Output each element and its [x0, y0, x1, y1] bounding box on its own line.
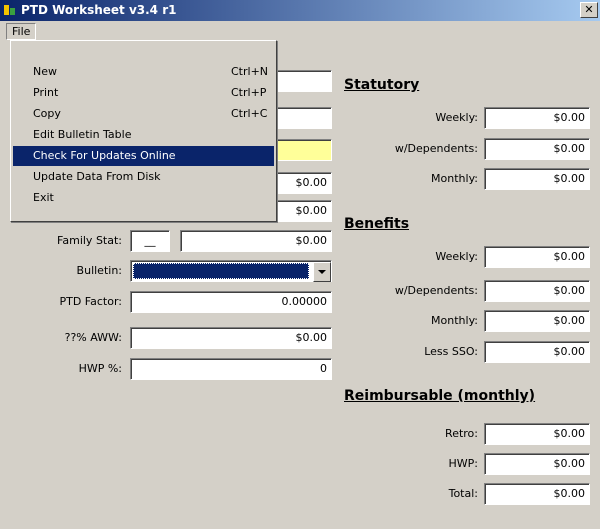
- reimbursable-heading: Reimbursable (monthly): [344, 388, 536, 404]
- close-button[interactable]: ✕: [580, 2, 598, 18]
- menu-item-copy[interactable]: Copy Ctrl+C: [13, 104, 274, 124]
- combo-arrow-button[interactable]: [313, 262, 331, 282]
- aww-label: ??% AWW:: [64, 331, 122, 344]
- stat-weekly-label: Weekly:: [435, 111, 478, 124]
- menu-file[interactable]: File: [6, 23, 37, 40]
- menu-item-check-updates[interactable]: Check For Updates Online: [13, 146, 274, 166]
- reim-hwp-field[interactable]: $0.00: [484, 453, 590, 475]
- stat-dependents-field[interactable]: $0.00: [484, 138, 590, 160]
- reim-retro-label: Retro:: [445, 427, 478, 440]
- ben-dependents-label: w/Dependents:: [394, 284, 478, 297]
- window-title: PTD Worksheet v3.4 r1: [21, 3, 177, 17]
- reim-hwp-label: HWP:: [448, 457, 479, 470]
- reim-total-label: Total:: [448, 487, 478, 500]
- bulletin-combo[interactable]: [130, 260, 332, 282]
- stat-monthly-field[interactable]: $0.00: [484, 168, 590, 190]
- menu-item-new[interactable]: New Ctrl+N: [13, 62, 274, 82]
- stat-dependents-label: w/Dependents:: [394, 142, 478, 155]
- ptd-factor-field[interactable]: 0.00000: [130, 291, 332, 313]
- family-stat-label: Family Stat:: [57, 234, 122, 247]
- menu-item-update-from-disk[interactable]: Update Data From Disk: [13, 167, 274, 187]
- title-bar: PTD Worksheet v3.4 r1 ✕: [0, 0, 600, 21]
- menu-item-print[interactable]: Print Ctrl+P: [13, 83, 274, 103]
- chevron-down-icon: [318, 270, 326, 274]
- ben-sso-field[interactable]: $0.00: [484, 341, 590, 363]
- ben-monthly-label: Monthly:: [431, 314, 478, 327]
- family-stat-code[interactable]: __: [130, 230, 170, 252]
- file-menu-dropdown: New Ctrl+N Print Ctrl+P Copy Ctrl+C Edit Bu…: [10, 40, 277, 222]
- stat-monthly-label: Monthly:: [431, 172, 478, 185]
- ben-dependents-field[interactable]: $0.00: [484, 280, 590, 302]
- bulletin-selection: [133, 263, 309, 279]
- statutory-heading: Statutory: [344, 77, 420, 93]
- reim-retro-field[interactable]: $0.00: [484, 423, 590, 445]
- app-icon: [4, 5, 15, 15]
- hwp-field[interactable]: 0: [130, 358, 332, 380]
- benefits-heading: Benefits: [344, 216, 410, 232]
- ben-monthly-field[interactable]: $0.00: [484, 310, 590, 332]
- reim-total-field[interactable]: $0.00: [484, 483, 590, 505]
- ben-weekly-field[interactable]: $0.00: [484, 246, 590, 268]
- close-icon: ✕: [584, 3, 594, 16]
- ptd-factor-label: PTD Factor:: [59, 295, 122, 308]
- stat-weekly-field[interactable]: $0.00: [484, 107, 590, 129]
- menu-item-exit[interactable]: Exit: [13, 188, 274, 208]
- family-stat-value[interactable]: $0.00: [180, 230, 332, 252]
- aww-field[interactable]: $0.00: [130, 327, 332, 349]
- menu-item-edit-bulletin-table[interactable]: Edit Bulletin Table: [13, 125, 274, 145]
- ben-weekly-label: Weekly:: [435, 250, 478, 263]
- hwp-label: HWP %:: [78, 362, 122, 375]
- ben-sso-label: Less SSO:: [424, 345, 478, 358]
- bulletin-label: Bulletin:: [76, 264, 122, 277]
- menu-bar: File: [0, 21, 600, 40]
